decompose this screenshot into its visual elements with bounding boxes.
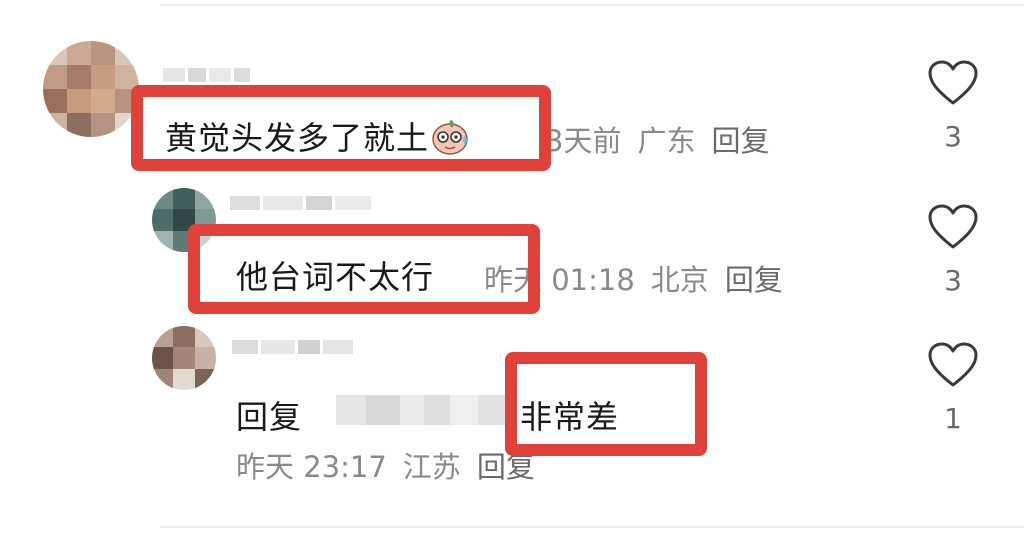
comment-time: 3天前 [545, 124, 622, 158]
bottom-divider [160, 526, 1024, 528]
like-count: 3 [944, 264, 962, 297]
comment-time: 昨天 23:17 [236, 450, 387, 484]
like-button[interactable]: 3 [923, 60, 983, 153]
comment-meta: 3天前 广东 回复 [545, 118, 785, 160]
highlight-box [505, 352, 707, 456]
top-divider [160, 4, 1024, 6]
highlight-box [131, 85, 551, 171]
comment-meta: 昨天 23:17 江苏 回复 [236, 444, 551, 486]
comment-location: 广东 [637, 124, 696, 158]
like-count: 3 [944, 120, 962, 153]
heart-icon [928, 204, 978, 249]
like-button[interactable]: 3 [923, 204, 983, 297]
like-button[interactable]: 1 [923, 342, 983, 435]
heart-icon [928, 342, 978, 387]
highlight-box [188, 224, 540, 314]
reply-link[interactable]: 回复 [725, 263, 783, 297]
avatar[interactable] [43, 41, 139, 137]
username-blurred[interactable] [163, 68, 250, 82]
username-blurred[interactable] [230, 196, 371, 210]
avatar[interactable] [152, 326, 216, 390]
comment-location: 江苏 [402, 450, 461, 484]
comment-location: 北京 [650, 263, 709, 297]
username-blurred[interactable] [232, 340, 353, 354]
like-count: 1 [944, 402, 962, 435]
reply-link[interactable]: 回复 [711, 124, 769, 158]
mentioned-username-blurred[interactable] [336, 395, 510, 425]
reply-prefix: 回复 [236, 398, 303, 436]
comment-text: 回复 [236, 392, 302, 438]
heart-icon [928, 60, 978, 105]
